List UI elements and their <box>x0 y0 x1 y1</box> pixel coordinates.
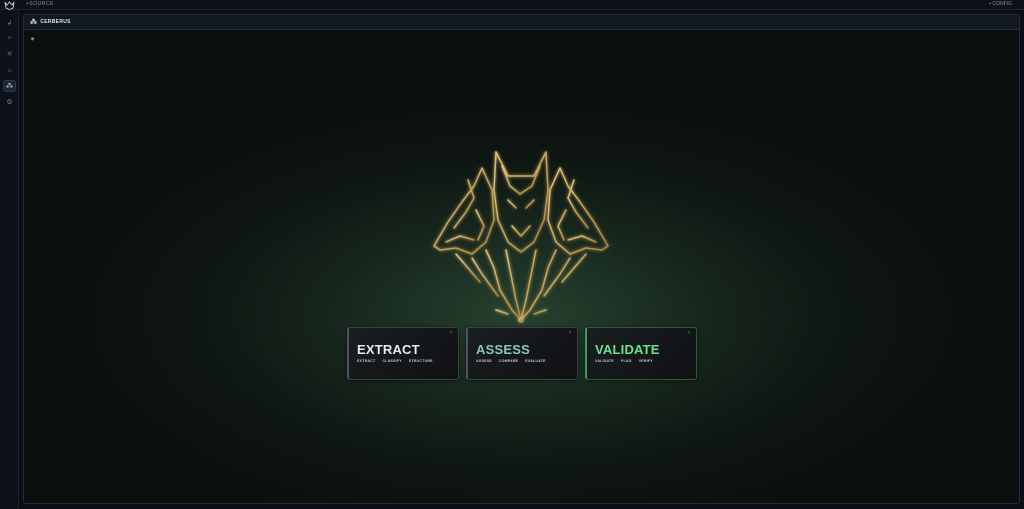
sub-action[interactable]: VERIFY <box>639 359 653 363</box>
hook-icon[interactable]: ↲ <box>3 17 16 29</box>
cerberus-emblem <box>433 151 609 323</box>
main-canvas: ✷ • › EXTRACT EXTRACT CLASSIFY STRUCTURE… <box>24 30 1019 503</box>
settings-icon[interactable]: ⚙ <box>3 96 16 108</box>
toolbar: ✷ • <box>30 36 42 43</box>
tab-label: CERBERUS <box>40 19 71 25</box>
action-cards: › EXTRACT EXTRACT CLASSIFY STRUCTURE › A… <box>347 327 697 380</box>
sidebar: ↲ ⑂ ✕ ⌂ ⁂ ⚙ <box>0 1 19 509</box>
assess-card[interactable]: › ASSESS ASSESS COMPARE EVALUATE <box>466 327 578 380</box>
chevron-right-icon: › <box>450 330 452 336</box>
branch-icon[interactable]: ⑂ <box>3 32 16 44</box>
dot-icon[interactable]: • <box>41 37 42 42</box>
sub-action[interactable]: CLASSIFY <box>382 359 401 363</box>
crossed-tools-icon[interactable]: ✕ <box>3 48 16 60</box>
sub-action[interactable]: FLAG <box>621 359 632 363</box>
app-name: +SOURCE <box>26 1 54 7</box>
extract-card[interactable]: › EXTRACT EXTRACT CLASSIFY STRUCTURE <box>347 327 459 380</box>
assess-title: ASSESS <box>476 342 530 357</box>
tab-cerberus[interactable]: ⁂ CERBERUS <box>30 18 71 26</box>
sub-action[interactable]: STRUCTURE <box>409 359 433 363</box>
home-icon[interactable]: ⌂ <box>3 64 16 76</box>
chevron-right-icon: › <box>688 330 690 336</box>
sub-action[interactable]: EVALUATE <box>525 359 545 363</box>
sub-action[interactable]: COMPARE <box>499 359 519 363</box>
extract-sub-actions: EXTRACT CLASSIFY STRUCTURE <box>357 359 433 363</box>
extract-title: EXTRACT <box>357 342 420 357</box>
validate-sub-actions: VALIDATE FLAG VERIFY <box>595 359 653 363</box>
config-link[interactable]: • CONFIG <box>989 1 1012 7</box>
sub-action[interactable]: VALIDATE <box>595 359 614 363</box>
cerberus-icon[interactable]: ⁂ <box>3 80 16 92</box>
top-bar: +SOURCE • CONFIG <box>0 0 1024 10</box>
cerberus-logo-icon[interactable] <box>3 1 16 10</box>
chevron-right-icon: › <box>569 330 571 336</box>
sub-action[interactable]: EXTRACT <box>357 359 375 363</box>
workspace-panel: ⁂ CERBERUS ✷ • › EXTRACT EXTRACT CLASSIF… <box>23 14 1020 504</box>
sub-action[interactable]: ASSESS <box>476 359 492 363</box>
validate-title: VALIDATE <box>595 342 660 357</box>
cerberus-icon: ⁂ <box>30 19 38 26</box>
validate-card[interactable]: › VALIDATE VALIDATE FLAG VERIFY <box>585 327 697 380</box>
tab-bar: ⁂ CERBERUS <box>24 15 1019 30</box>
sparkle-icon[interactable]: ✷ <box>30 36 35 43</box>
assess-sub-actions: ASSESS COMPARE EVALUATE <box>476 359 546 363</box>
